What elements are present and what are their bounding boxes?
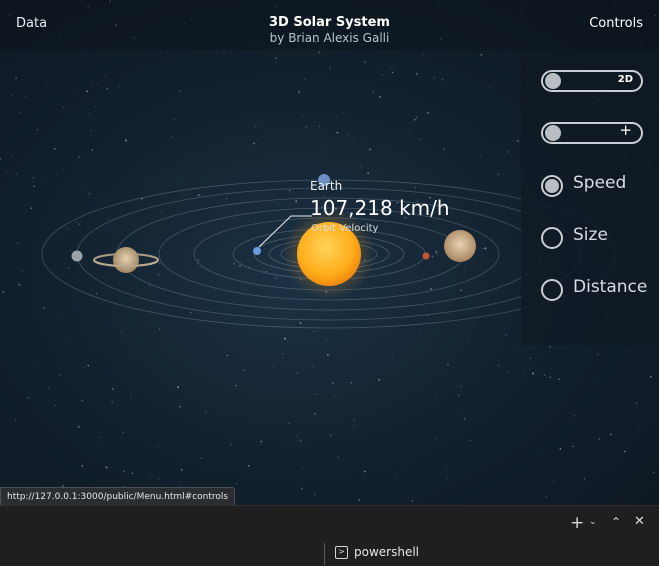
radio-circle	[541, 227, 563, 249]
link-url-tooltip: http://127.0.0.1:3000/public/Menu.html#c…	[0, 487, 236, 505]
terminal-icon: >	[335, 546, 348, 559]
radio-distance-label: Distance	[573, 277, 648, 297]
view-mode-toggle[interactable]: 2D	[541, 70, 643, 92]
selected-planet-name: Earth	[310, 179, 343, 193]
controls-menu-link[interactable]: Controls	[589, 16, 643, 31]
solar-system-viewport[interactable]: Earth 107,218 km/h Orbit Velocity Data 3…	[0, 0, 659, 505]
planet-uranus[interactable]	[71, 250, 83, 262]
planet-mars[interactable]	[422, 252, 430, 260]
app-subtitle: by Brian Alexis Galli	[269, 31, 390, 45]
controls-panel: 2D + Speed Size Distance	[521, 50, 659, 345]
radio-circle	[541, 279, 563, 301]
radio-circle	[541, 175, 563, 197]
planet-jupiter[interactable]	[444, 230, 476, 262]
speed-caption: Orbit Velocity	[311, 223, 379, 234]
planet-earth[interactable]	[253, 247, 261, 255]
toggle-2d-label: 2D	[617, 74, 633, 85]
toggle-knob	[545, 73, 561, 89]
selected-planet-speed: 107,218 km/h	[310, 196, 450, 220]
terminal-divider	[324, 543, 325, 565]
terminal-tab-powershell[interactable]: powershell	[354, 545, 419, 559]
top-bar: Data 3D Solar System by Brian Alexis Gal…	[0, 0, 659, 50]
zoom-toggle[interactable]: +	[541, 121, 643, 144]
app-title: 3D Solar System	[269, 15, 390, 30]
radio-speed-label: Speed	[573, 173, 627, 193]
plus-icon: +	[619, 121, 632, 139]
terminal-panel: + ⌄ ⌃ ✕ > powershell	[0, 505, 659, 566]
radio-selected-dot	[545, 179, 559, 193]
radio-size-label: Size	[573, 225, 608, 245]
chevron-down-icon[interactable]: ⌄	[589, 517, 597, 527]
close-icon[interactable]: ✕	[634, 514, 645, 529]
chevron-up-icon[interactable]: ⌃	[611, 515, 621, 529]
planet-saturn[interactable]	[93, 247, 159, 273]
plus-icon[interactable]: +	[570, 513, 584, 533]
toggle-knob	[545, 125, 561, 141]
